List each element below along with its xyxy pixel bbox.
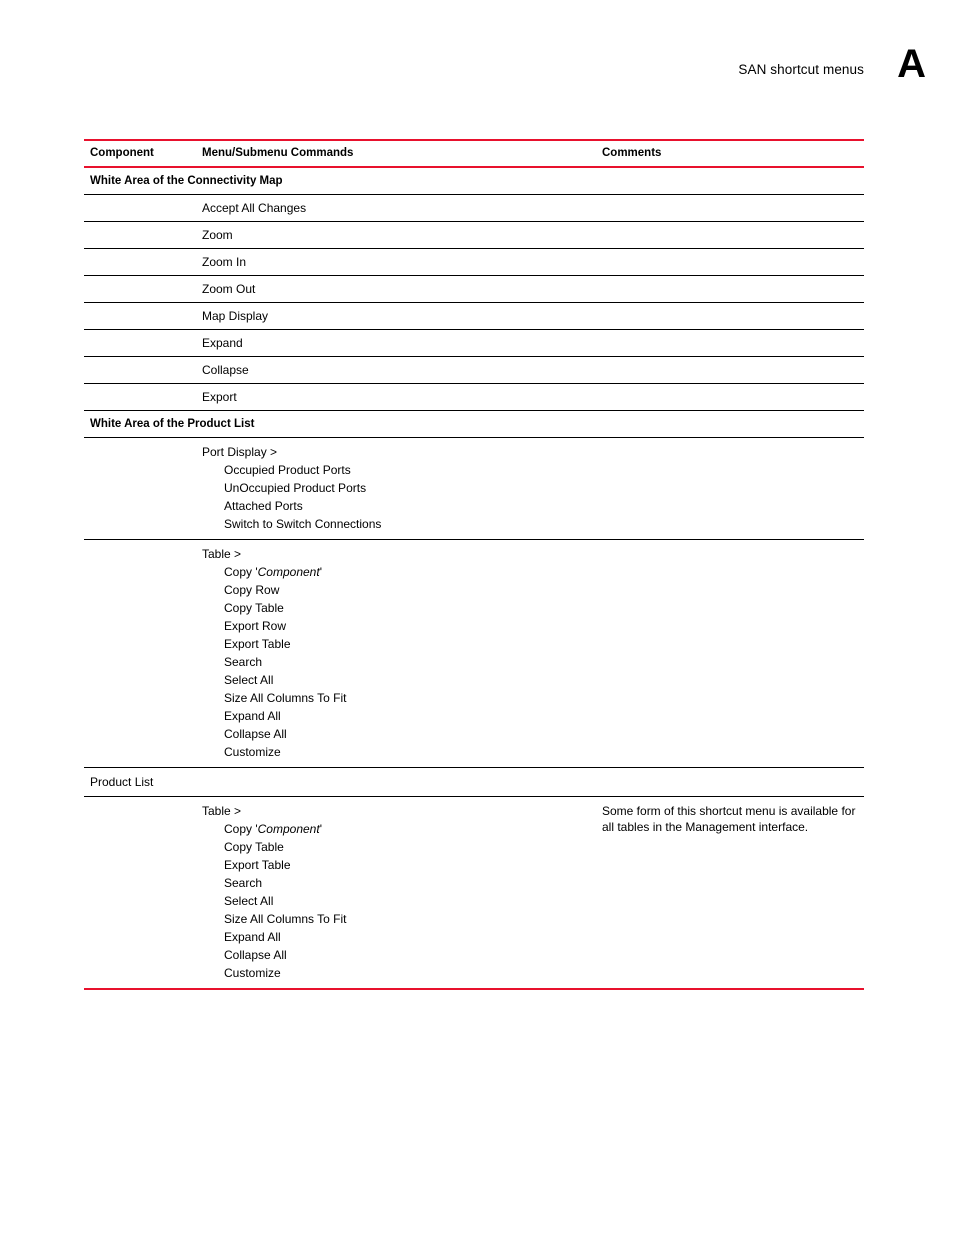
- copy-component-italic: Component: [257, 565, 320, 579]
- comment-cell: Some form of this shortcut menu is avail…: [602, 803, 864, 835]
- submenu-item: Expand All: [224, 709, 281, 723]
- appendix-letter: A: [897, 42, 926, 86]
- comment-text: Some form of this shortcut menu is avail…: [602, 804, 856, 834]
- menu-command: Accept All Changes: [202, 201, 307, 215]
- menu-command: Map Display: [202, 309, 269, 323]
- submenu-item: Switch to Switch Connections: [224, 517, 382, 531]
- submenu-item: Copy Table: [224, 601, 284, 615]
- page-running-header: SAN shortcut menus A: [0, 44, 954, 98]
- table-row: Port Display > Occupied Product Ports Un…: [84, 438, 864, 539]
- column-header-component: Component: [90, 147, 154, 159]
- submenu-item-copy-component: Copy 'Component': [84, 563, 864, 581]
- menu-command: Expand: [202, 336, 243, 350]
- table-row: Zoom: [84, 222, 864, 248]
- submenu-item: Occupied Product Ports: [224, 463, 351, 477]
- table-row: Table > Copy 'Component' Copy Row Copy T…: [84, 540, 864, 767]
- submenu-item: Copy Row: [224, 583, 280, 597]
- section-header-connectivity-map: White Area of the Connectivity Map: [90, 175, 283, 187]
- submenu-item: Attached Ports: [224, 499, 303, 513]
- table-row: Map Display: [84, 303, 864, 329]
- submenu-item: Select All: [224, 894, 274, 908]
- submenu-item: Customize: [224, 966, 281, 980]
- menu-command-parent: Table >: [202, 804, 242, 818]
- submenu-item: Customize: [224, 745, 281, 759]
- copy-component-italic: Component: [257, 822, 320, 836]
- submenu-item: Search: [224, 655, 263, 669]
- submenu-item: Collapse All: [224, 727, 287, 741]
- submenu-item: Select All: [224, 673, 274, 687]
- page-title: SAN shortcut menus: [738, 62, 864, 77]
- column-header-comments: Comments: [602, 147, 662, 159]
- menu-command: Zoom In: [202, 255, 247, 269]
- submenu-item: Copy Table: [224, 840, 284, 854]
- submenu-item: Export Table: [224, 858, 291, 872]
- table-row: Table > Copy 'Component' Copy Table Expo…: [84, 797, 864, 988]
- copy-suffix: ': [319, 565, 322, 579]
- column-header-commands: Menu/Submenu Commands: [202, 147, 354, 159]
- table-row: Expand: [84, 330, 864, 356]
- menu-command: Collapse: [202, 363, 249, 377]
- table-row: Export: [84, 384, 864, 410]
- menu-command: Export: [202, 390, 237, 404]
- submenu-item-copy-component: Copy 'Component': [84, 820, 602, 838]
- san-shortcut-menu-table: Component Menu/Submenu Commands Comments…: [84, 139, 864, 990]
- menu-command: Zoom: [202, 228, 233, 242]
- submenu-item: Export Table: [224, 637, 291, 651]
- copy-prefix: Copy ': [224, 822, 258, 836]
- menu-command-parent: Table >: [202, 547, 242, 561]
- submenu-item: Export Row: [224, 619, 287, 633]
- table-header-row: Component Menu/Submenu Commands Comments: [84, 141, 864, 166]
- menu-command: Zoom Out: [202, 282, 256, 296]
- submenu-item: Size All Columns To Fit: [224, 691, 347, 705]
- table-bottom-rule: [84, 988, 864, 990]
- submenu-item: Search: [224, 876, 263, 890]
- section-header-product-list-map: White Area of the Product List: [90, 418, 255, 430]
- component-name-product-list: Product List: [90, 775, 154, 789]
- submenu-item: Size All Columns To Fit: [224, 912, 347, 926]
- menu-command-parent: Port Display >: [202, 445, 278, 459]
- submenu-item: Expand All: [224, 930, 281, 944]
- table-row: Zoom In: [84, 249, 864, 275]
- table-row: Accept All Changes: [84, 195, 864, 221]
- table-row: Collapse: [84, 357, 864, 383]
- copy-prefix: Copy ': [224, 565, 258, 579]
- submenu-item: Collapse All: [224, 948, 287, 962]
- table-row: Zoom Out: [84, 276, 864, 302]
- copy-suffix: ': [319, 822, 322, 836]
- submenu-item: UnOccupied Product Ports: [224, 481, 367, 495]
